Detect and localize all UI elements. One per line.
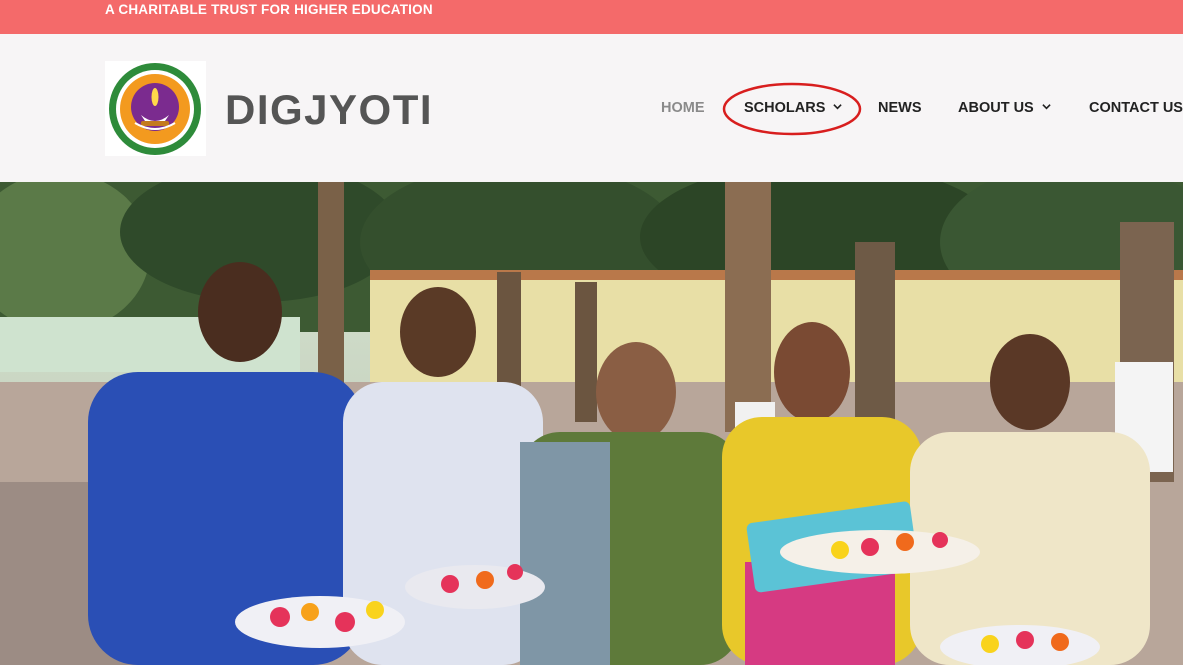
hero-image (0, 182, 1183, 665)
chevron-down-icon (833, 103, 843, 110)
group-photo-illustration (0, 182, 1183, 665)
nav-scholars-label: SCHOLARS (744, 100, 826, 116)
nav-home[interactable]: HOME (661, 100, 705, 116)
site-logo[interactable] (105, 61, 206, 156)
tagline: A CHARITABLE TRUST FOR HIGHER EDUCATION (105, 2, 433, 17)
nav-about-us[interactable]: ABOUT US (958, 100, 1051, 116)
logo-emblem-icon (109, 63, 201, 155)
site-title[interactable]: DIGJYOTI (225, 86, 433, 134)
nav-news-label: NEWS (878, 100, 922, 116)
nav-scholars[interactable]: SCHOLARS (744, 100, 843, 116)
chevron-down-icon (1042, 103, 1051, 110)
site-header: DIGJYOTI HOME SCHOLARS NEWS ABOUT US CON… (0, 34, 1183, 182)
top-bar: A CHARITABLE TRUST FOR HIGHER EDUCATION (0, 0, 1183, 34)
nav-contact-us[interactable]: CONTACT US (1089, 100, 1183, 116)
nav-contact-us-label: CONTACT US (1089, 100, 1183, 116)
nav-about-us-label: ABOUT US (958, 100, 1034, 116)
nav-home-label: HOME (661, 100, 705, 116)
nav-news[interactable]: NEWS (878, 100, 922, 116)
